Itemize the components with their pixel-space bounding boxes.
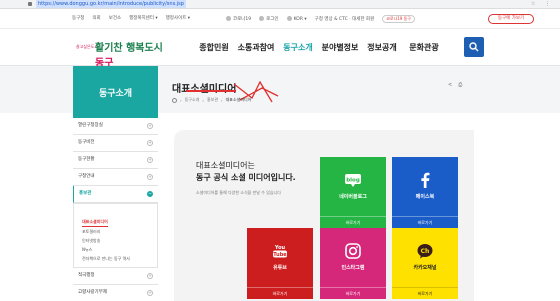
util-link-health[interactable]: 보건소 xyxy=(109,15,121,21)
submenu-internet-broadcast[interactable]: 인터넷방송 xyxy=(82,236,157,245)
nav-civil[interactable]: 종합민원 xyxy=(193,42,235,53)
breadcrumb-item[interactable]: 동구소개 xyxy=(185,97,200,103)
card-name: 인스타그램 xyxy=(341,265,365,271)
card-kakao-channel[interactable]: Ch 카카오채널 바로가기 xyxy=(392,228,458,299)
print-icon[interactable]: ⎙ xyxy=(458,82,462,88)
plus-icon: + xyxy=(147,290,153,296)
svg-text:Ch: Ch xyxy=(421,248,430,255)
kakao-icon: Ch xyxy=(417,244,433,259)
card-name: 카카오채널 xyxy=(413,265,437,271)
virus-icon xyxy=(226,16,231,21)
card-name: 유튜브 xyxy=(273,265,287,271)
url-field[interactable]: https://www.donggu.go.kr/main/introduce/… xyxy=(36,0,186,8)
blog-icon: blog xyxy=(345,174,361,187)
plus-icon: + xyxy=(147,140,153,146)
card-name: 페이스북 xyxy=(415,194,435,200)
sidebar-item-pr[interactable]: 홍보관 − xyxy=(73,186,158,203)
card-go-link[interactable]: 바로가기 xyxy=(392,287,458,299)
card-naver-blog[interactable]: blog 네이버블로그 바로가기 xyxy=(320,157,386,228)
card-go-link[interactable]: 바로가기 xyxy=(320,287,386,299)
submenu-social-media[interactable]: 대표소셜미디어 xyxy=(82,217,108,227)
plus-icon: + xyxy=(147,157,153,163)
breadcrumb-item: 대표소셜미디어 xyxy=(225,97,252,102)
util-right: 코로나19 로그인 KOR ▾ 구청 영상 & CTC · 대세한 회원 코로나… xyxy=(226,15,415,23)
util-link-donggu[interactable]: 동구청 xyxy=(72,15,84,21)
sidebar-title-box: 동구소개 xyxy=(73,66,158,118)
sidebar-item-status[interactable]: 동구현황 + xyxy=(73,152,158,169)
sidebar-item-active-admin[interactable]: 적극행정 + xyxy=(73,268,158,285)
plus-icon: + xyxy=(147,174,153,180)
facebook-icon xyxy=(421,172,430,188)
util-video[interactable]: 구청 영상 & CTC · 대세한 회원 xyxy=(315,16,375,22)
browser-toolbar-icons[interactable]: ☆ ⋮ xyxy=(531,0,554,8)
util-link-admin-center[interactable]: 행정복지센터 ▾ xyxy=(129,15,158,21)
nav-participation[interactable]: 소통과참여 xyxy=(235,42,277,53)
site-header: 살고싶은도시 활기찬 행복도시 동구 종합민원 소통과참여 동구소개 분야별정보… xyxy=(0,29,560,69)
svg-text:Tube: Tube xyxy=(273,252,287,258)
breadcrumb: › 동구소개 › 홍보관 › 대표소셜미디어 xyxy=(172,97,251,103)
svg-text:You: You xyxy=(274,245,286,251)
user-icon xyxy=(259,16,265,21)
sidebar-item-hometown-donation[interactable]: 고향사랑기부제 + xyxy=(73,285,158,301)
annotation-underline xyxy=(186,90,236,92)
submenu-ebook-history[interactable]: 전자책으로 만나는 동구 역사 xyxy=(82,254,157,263)
search-icon xyxy=(469,42,479,52)
nav-info-disclosure[interactable]: 정보공개 xyxy=(361,42,403,53)
card-instagram[interactable]: 인스타그램 바로가기 xyxy=(320,228,386,299)
minus-icon: − xyxy=(147,191,153,197)
nav-introduce[interactable]: 동구소개 xyxy=(277,42,319,53)
sidebar-title: 동구소개 xyxy=(98,89,133,99)
lock-icon xyxy=(28,2,32,6)
util-covid[interactable]: 코로나19 xyxy=(226,16,251,22)
covid-donggu-button[interactable]: 코로나19 동구 xyxy=(382,15,415,23)
sidebar-item-mayor[interactable]: 열린구청장실 + xyxy=(73,118,158,135)
nav-field-info[interactable]: 분야별정보 xyxy=(319,42,361,53)
breadcrumb-item[interactable]: 홍보관 xyxy=(207,97,218,103)
instagram-icon xyxy=(345,243,361,259)
intro-line-2: 동구 공식 소셜 미디어입니다. xyxy=(196,173,296,182)
util-language[interactable]: KOR ▾ xyxy=(286,16,307,22)
sidebar-menu: 열린구청장실 + 동구비전 + 동구현황 + 구청안내 + 홍보관 − 대표소셜미디어 포… xyxy=(73,118,158,301)
util-link-council[interactable]: 의회 xyxy=(92,15,100,21)
share-icon[interactable]: < xyxy=(448,82,452,88)
utility-bar: 동구청 의회 보건소 행정복지센터 ▾ 행정사이트 ▾ 코로나19 로그인 KO… xyxy=(0,9,560,29)
sidebar-item-guide[interactable]: 구청안내 + xyxy=(73,169,158,186)
page-tools: < ⎙ xyxy=(448,82,462,88)
card-facebook[interactable]: 페이스북 바로가기 xyxy=(392,157,458,228)
card-youtube[interactable]: You Tube 유튜브 바로가기 xyxy=(247,228,313,299)
go-donggu-button[interactable]: 동구에 가보기 xyxy=(488,14,534,24)
site-logo[interactable]: 살고싶은도시 활기찬 행복도시 동구 xyxy=(76,37,166,69)
util-login[interactable]: 로그인 xyxy=(259,16,279,22)
youtube-icon: You Tube xyxy=(273,245,287,258)
plus-icon: + xyxy=(147,273,153,279)
main-nav: 종합민원 소통과참여 동구소개 분야별정보 정보공개 문화관광 xyxy=(193,42,445,53)
plus-icon: + xyxy=(147,123,153,129)
search-button[interactable] xyxy=(464,37,484,57)
logo-text: 활기찬 행복도시 동구 xyxy=(95,43,163,69)
home-icon[interactable] xyxy=(172,97,177,103)
svg-text:blog: blog xyxy=(346,178,360,184)
submenu-photo-gallery[interactable]: 포토갤러리 xyxy=(82,227,157,236)
util-links: 동구청 의회 보건소 행정복지센터 ▾ 행정사이트 ▾ xyxy=(72,15,190,21)
intro-line-3: 소셜미디어를 통해 다양한 소식을 만날 수 있습니다 xyxy=(196,190,281,195)
submenu-n-news[interactable]: N뉴스 xyxy=(82,245,157,254)
card-go-link[interactable]: 바로가기 xyxy=(392,216,458,228)
browser-address-bar: https://www.donggu.go.kr/main/introduce/… xyxy=(0,0,560,9)
card-go-link[interactable]: 바로가기 xyxy=(247,287,313,299)
nav-culture-tour[interactable]: 문화관광 xyxy=(403,42,445,53)
card-name: 네이버블로그 xyxy=(339,194,367,200)
intro-line-1: 대표소셜미디어는 xyxy=(196,161,255,170)
card-go-link[interactable]: 바로가기 xyxy=(320,216,386,228)
sidebar-submenu: 대표소셜미디어 포토갤러리 인터넷방송 N뉴스 전자책으로 만나는 동구 역사 xyxy=(73,203,158,268)
globe-icon xyxy=(286,16,292,21)
page-title: 대표소셜미디어 xyxy=(172,80,236,95)
util-link-admin-sites[interactable]: 행정사이트 ▾ xyxy=(166,15,190,21)
sidebar-item-vision[interactable]: 동구비전 + xyxy=(73,135,158,152)
